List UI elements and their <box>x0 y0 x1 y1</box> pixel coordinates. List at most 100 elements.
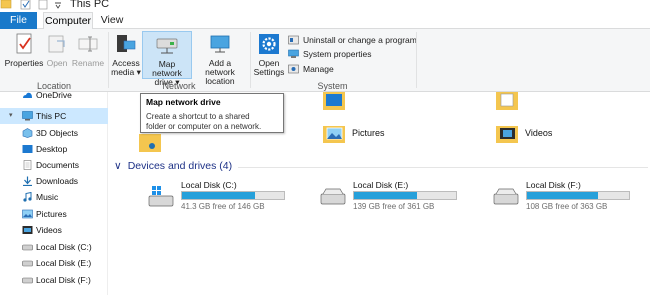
drive-name: Local Disk (C:) <box>181 180 237 190</box>
tab-computer[interactable]: Computer <box>43 12 93 30</box>
tooltip-title: Map network drive <box>146 97 221 107</box>
nav-item-music[interactable]: Music <box>0 189 108 205</box>
access-media-button[interactable]: Access media ▾ <box>111 31 141 79</box>
properties-button[interactable]: Properties <box>4 31 44 79</box>
system-properties-icon <box>288 49 299 58</box>
videos-folder-icon <box>496 126 518 143</box>
system-properties-button[interactable]: System properties <box>288 47 372 61</box>
drive-icon <box>493 188 519 205</box>
tab-file[interactable]: File <box>0 12 37 29</box>
drive-free-space: 108 GB free of 363 GB <box>526 202 608 211</box>
open-label: Open <box>46 58 68 68</box>
checkmark-icon[interactable] <box>20 0 32 10</box>
network-drive-icon <box>156 38 178 54</box>
drive-tile-c[interactable]: Local Disk (C:) 41.3 GB free of 146 GB <box>148 180 318 216</box>
access-media-icon <box>117 35 136 52</box>
desktop-icon <box>22 145 33 153</box>
ribbon-separator <box>416 32 417 88</box>
explorer-icon <box>0 0 12 9</box>
network-group-label: Network <box>162 81 196 91</box>
ribbon: Properties Open Rename Location Access m… <box>0 29 650 92</box>
nav-item-onedrive[interactable]: OneDrive <box>0 87 108 103</box>
downloads-icon <box>23 176 32 186</box>
open-button[interactable]: Open <box>44 31 70 79</box>
nav-label: 3D Objects <box>36 128 79 138</box>
tooltip-body: Create a shortcut to a shared folder or … <box>146 112 278 132</box>
pictures-icon <box>22 209 33 219</box>
drive-usage-bar <box>526 191 630 200</box>
system-properties-label: System properties <box>303 49 372 59</box>
map-network-drive-tooltip: Map network drive Create a shortcut to a… <box>140 93 284 133</box>
nav-item-local-disk-f[interactable]: Local Disk (F:) <box>0 272 108 288</box>
documents-icon <box>23 160 32 170</box>
nav-label-onedrive: OneDrive <box>36 90 72 100</box>
drive-usage-fill <box>354 192 418 199</box>
add-network-location-button[interactable]: Add a network location <box>193 31 247 86</box>
collapse-chevron-icon[interactable]: ∨ <box>114 160 122 172</box>
title-bar: This PC <box>0 0 650 12</box>
tooltip-body-line-2: folder or computer on a network. <box>146 122 262 131</box>
map-network-drive-button[interactable]: Map network drive ▾ <box>142 31 192 87</box>
documents-folder-icon[interactable] <box>495 92 519 112</box>
nav-label: Videos <box>36 225 62 235</box>
drive-usage-fill <box>527 192 599 199</box>
rename-label: Rename <box>71 58 105 68</box>
ribbon-tabs: File Computer View <box>0 12 650 30</box>
rename-button[interactable]: Rename <box>71 31 105 79</box>
windows-drive-icon <box>148 186 174 207</box>
nav-label: Local Disk (F:) <box>36 275 91 285</box>
ribbon-separator <box>108 32 109 88</box>
drive-usage-fill <box>182 192 256 199</box>
nav-item-videos[interactable]: Videos <box>0 222 108 238</box>
settings-gear-icon <box>259 34 279 54</box>
desktop-folder-icon[interactable] <box>322 92 346 112</box>
nav-item-downloads[interactable]: Downloads <box>0 173 108 189</box>
nav-item-this-pc[interactable]: ▾ This PC <box>0 108 108 124</box>
window-title: This PC <box>70 0 110 10</box>
drive-tile-f[interactable]: Local Disk (F:) 108 GB free of 363 GB <box>493 180 650 216</box>
map-network-drive-label-1: Map network <box>152 59 182 78</box>
music-icon <box>23 192 32 202</box>
open-settings-button[interactable]: Open Settings <box>253 31 285 79</box>
manage-icon <box>288 64 299 74</box>
open-settings-label-2: Settings <box>253 67 285 77</box>
drive-icon <box>22 277 33 284</box>
nav-item-local-disk-c[interactable]: Local Disk (C:) <box>0 239 108 255</box>
access-media-label-2: media ▾ <box>111 67 141 77</box>
pictures-folder-label: Pictures <box>352 128 385 138</box>
drive-name: Local Disk (F:) <box>526 180 581 190</box>
drive-tile-e[interactable]: Local Disk (E:) 139 GB free of 361 GB <box>320 180 490 216</box>
devices-and-drives-header[interactable]: ∨ Devices and drives (4) <box>114 160 232 172</box>
onedrive-icon <box>23 92 32 98</box>
open-icon <box>48 35 65 53</box>
videos-folder-label: Videos <box>525 128 553 138</box>
expand-chevron-icon[interactable]: ▾ <box>9 108 13 124</box>
nav-item-desktop[interactable]: Desktop <box>0 141 108 157</box>
nav-label: Downloads <box>36 176 79 186</box>
tab-view[interactable]: View <box>100 12 124 29</box>
nav-item-documents[interactable]: Documents <box>0 157 108 173</box>
drive-icon <box>22 244 33 251</box>
uninstall-program-button[interactable]: Uninstall or change a program <box>288 33 417 47</box>
tooltip-body-line-1: Create a shortcut to a shared <box>146 112 250 121</box>
manage-button[interactable]: Manage <box>288 62 334 76</box>
nav-label: Documents <box>36 160 79 170</box>
network-location-icon <box>210 35 230 53</box>
drive-usage-bar <box>353 191 457 200</box>
nav-label: Local Disk (C:) <box>36 242 92 252</box>
drive-icon <box>320 188 346 205</box>
section-divider <box>238 167 648 168</box>
rename-icon <box>78 36 98 52</box>
properties-icon <box>16 33 32 54</box>
nav-item-pictures[interactable]: Pictures <box>0 206 108 222</box>
this-pc-icon <box>22 111 33 121</box>
drive-free-space: 41.3 GB free of 146 GB <box>181 202 265 211</box>
customize-dropdown-icon[interactable] <box>54 0 62 10</box>
videos-icon <box>22 226 33 234</box>
nav-item-local-disk-e[interactable]: Local Disk (E:) <box>0 255 108 271</box>
new-folder-icon[interactable] <box>38 0 48 10</box>
nav-item-3d-objects[interactable]: 3D Objects <box>0 125 108 141</box>
ribbon-separator <box>250 32 251 88</box>
uninstall-label: Uninstall or change a program <box>303 35 417 45</box>
music-folder-icon[interactable] <box>138 132 162 154</box>
